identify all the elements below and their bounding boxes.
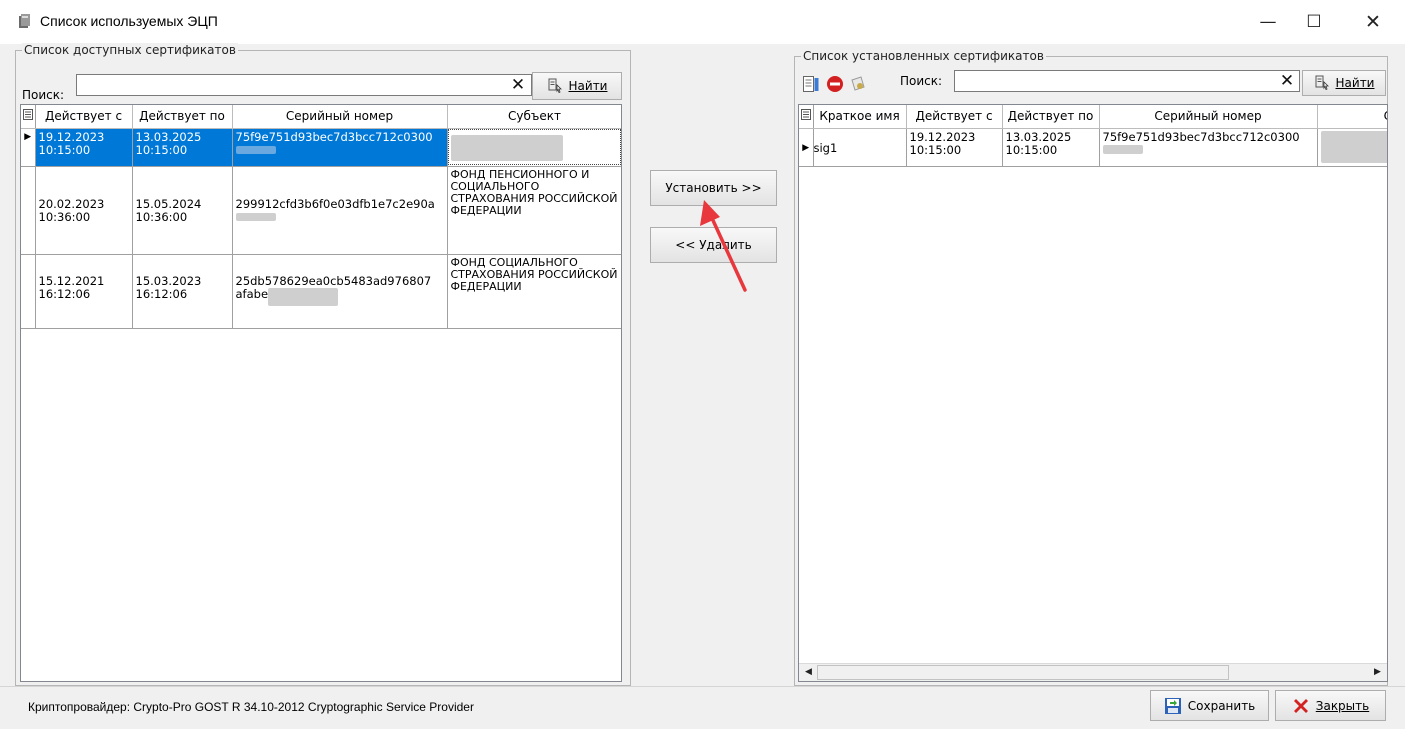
installed-certificates-table: Краткое имя Действует с Действует по Сер…	[799, 105, 1387, 167]
save-icon	[1164, 697, 1181, 714]
scroll-right-icon[interactable]: ▶	[1369, 664, 1386, 681]
valid-to-cell: 15.03.2023 16:12:06	[132, 254, 233, 329]
minimize-button[interactable]: —	[1245, 0, 1291, 44]
save-label: Сохранить	[1187, 698, 1256, 713]
installed-clear-search-icon[interactable]: ✕	[1277, 71, 1297, 91]
installed-find-button[interactable]: Найти	[1302, 70, 1386, 96]
table-row[interactable]: 15.12.2021 16:12:06 15.03.2023 16:12:06 25…	[21, 254, 621, 329]
column-header-short-name[interactable]: Краткое имя	[813, 105, 907, 129]
subject-cell: ФОНД СОЦИАЛЬНОГО СТРАХОВАНИЯ РОССИЙСКОЙ …	[447, 254, 621, 329]
redacted-block	[268, 287, 339, 306]
installed-group-title: Список установленных сертификатов	[801, 49, 1046, 63]
find-icon	[548, 78, 562, 94]
short-name-cell: sig1	[813, 128, 907, 167]
available-certificates-table: Действует с Действует по Серийный номер …	[21, 105, 621, 329]
column-header-subject[interactable]: Субъект	[447, 105, 621, 129]
scroll-left-icon[interactable]: ◀	[800, 664, 817, 681]
serial-cell: 25db578629ea0cb5483ad976807 afabe	[232, 254, 448, 329]
available-search-label: Поиск:	[22, 88, 65, 102]
available-search-input[interactable]	[76, 74, 532, 96]
available-group-title: Список доступных сертификатов	[22, 43, 238, 57]
column-header-serial[interactable]: Серийный номер	[232, 105, 448, 129]
column-header-subject[interactable]: Суб	[1317, 105, 1387, 129]
table-row[interactable]: ▶ 19.12.2023 10:15:00 13.03.2025 10:15:00 …	[21, 128, 621, 167]
find-icon	[1315, 75, 1329, 91]
valid-to-cell: 15.05.2024 10:36:00	[132, 166, 233, 255]
installed-search-input[interactable]	[954, 70, 1300, 92]
row-indicator-icon: ▶	[21, 128, 36, 167]
column-chooser-icon[interactable]	[799, 105, 814, 129]
redacted-block	[235, 145, 276, 154]
row-indicator-icon: ▶	[799, 128, 814, 167]
valid-to-cell: 13.03.2025 10:15:00	[1002, 128, 1100, 167]
title-bar: Список используемых ЭЦП — ☐ ✕	[0, 0, 1405, 44]
installed-certificates-grid[interactable]: Краткое имя Действует с Действует по Сер…	[798, 104, 1388, 682]
delete-icon[interactable]	[826, 75, 844, 93]
window-title: Список используемых ЭЦП	[40, 13, 218, 29]
horizontal-scrollbar[interactable]: ◀ ▶	[799, 663, 1387, 681]
close-window-button[interactable]: ✕	[1350, 0, 1396, 44]
close-label: Закрыть	[1315, 698, 1370, 713]
valid-to-cell: 13.03.2025 10:15:00	[132, 128, 233, 167]
crypto-provider-text: Криптопровайдер: Crypto-Pro GOST R 34.10…	[28, 700, 474, 714]
column-header-valid-from[interactable]: Действует с	[35, 105, 133, 129]
redacted-block	[1320, 130, 1387, 163]
serial-cell: 299912cfd3b6f0e03dfb1e7c2e90a	[232, 166, 448, 255]
edit-list-icon[interactable]	[802, 75, 820, 93]
redacted-block	[450, 134, 563, 161]
table-row[interactable]: ▶ sig1 19.12.2023 10:15:00 13.03.2025 10:1…	[799, 128, 1387, 167]
annotation-arrow	[700, 200, 747, 292]
table-row[interactable]: 20.02.2023 10:36:00 15.05.2024 10:36:00 29…	[21, 166, 621, 255]
column-header-valid-to[interactable]: Действует по	[1002, 105, 1100, 129]
maximize-button[interactable]: ☐	[1291, 0, 1337, 44]
save-button[interactable]: Сохранить	[1150, 690, 1269, 721]
valid-from-cell: 19.12.2023 10:15:00	[35, 128, 133, 167]
redacted-block	[235, 213, 276, 221]
certificate-icon[interactable]	[849, 75, 867, 93]
available-clear-search-icon[interactable]: ✕	[508, 75, 528, 95]
available-find-button[interactable]: Найти	[532, 72, 622, 100]
column-chooser-icon[interactable]	[21, 105, 36, 129]
close-x-icon	[1293, 698, 1308, 713]
valid-from-cell: 15.12.2021 16:12:06	[35, 254, 133, 329]
scroll-thumb[interactable]	[817, 665, 1229, 680]
subject-cell	[1317, 128, 1387, 167]
column-header-valid-to[interactable]: Действует по	[132, 105, 233, 129]
column-header-serial[interactable]: Серийный номер	[1099, 105, 1318, 129]
valid-from-cell: 19.12.2023 10:15:00	[906, 128, 1003, 167]
subject-cell	[447, 128, 621, 167]
available-certificates-grid[interactable]: Действует с Действует по Серийный номер …	[20, 104, 622, 682]
installed-search-label: Поиск:	[900, 74, 943, 88]
valid-from-cell: 20.02.2023 10:36:00	[35, 166, 133, 255]
installed-find-label: Найти	[1335, 76, 1375, 90]
subject-cell: ФОНД ПЕНСИОННОГО И СОЦИАЛЬНОГО СТРАХОВАН…	[447, 166, 621, 255]
transfer-panel	[633, 44, 783, 684]
close-button[interactable]: Закрыть	[1275, 690, 1386, 721]
redacted-block	[1102, 144, 1143, 154]
column-header-valid-from[interactable]: Действует с	[906, 105, 1003, 129]
app-icon	[19, 14, 30, 28]
serial-cell: 75f9e751d93bec7d3bcc712c0300	[1099, 128, 1318, 167]
serial-cell: 75f9e751d93bec7d3bcc712c0300	[232, 128, 448, 167]
available-find-label: Найти	[568, 79, 608, 93]
